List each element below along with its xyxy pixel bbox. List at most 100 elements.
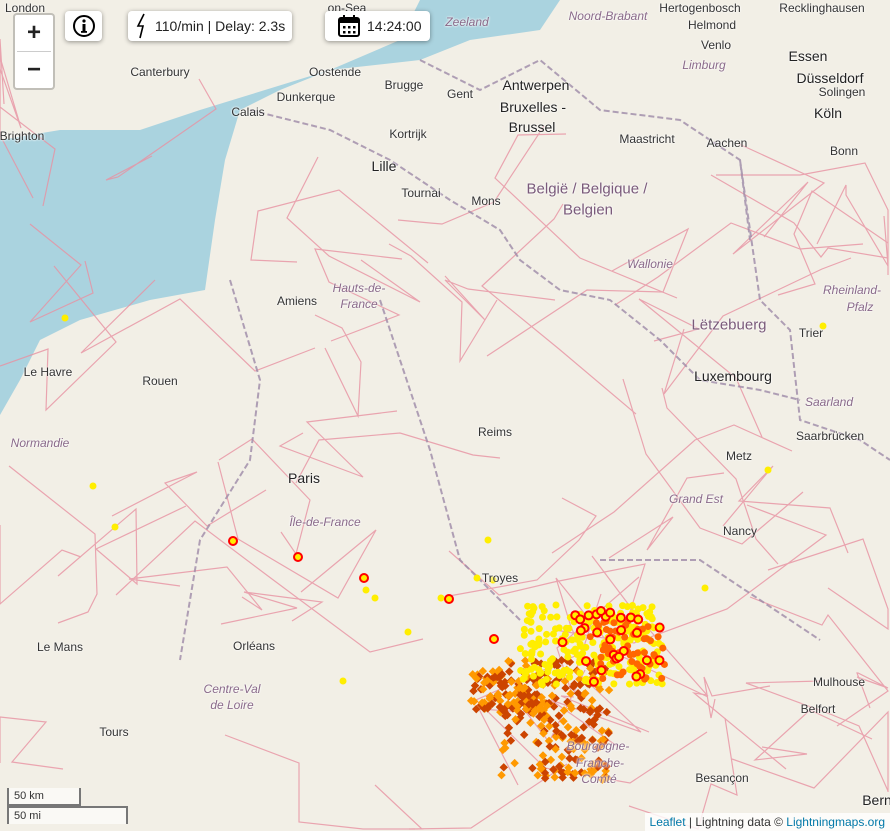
road	[115, 520, 424, 653]
lightning-strike	[563, 722, 573, 732]
zoom-in-button[interactable]: +	[17, 15, 51, 51]
lightning-strike	[630, 650, 638, 658]
info-icon	[72, 15, 95, 37]
time-text: 14:24:00	[367, 18, 422, 34]
place-label: Mulhouse	[812, 675, 866, 689]
lightning-strike	[529, 672, 537, 680]
road	[591, 555, 787, 770]
lightning-strike	[597, 653, 605, 661]
place-label: Recklinghausen	[779, 1, 865, 15]
map-canvas[interactable]	[0, 0, 890, 831]
time-display[interactable]: 14:24:00	[325, 11, 430, 41]
place-label: Le Mans	[36, 640, 84, 654]
place-label: Calais	[231, 105, 265, 119]
place-label: Düsseldorf	[796, 70, 864, 86]
lightning-strike	[654, 622, 665, 633]
place-label: Solingen	[818, 85, 866, 99]
place-label: Brugge	[384, 78, 424, 92]
road	[816, 184, 889, 267]
lightning-strike	[551, 669, 559, 677]
lightning-strike	[563, 666, 571, 674]
road	[608, 472, 725, 559]
rate-display[interactable]: 110/min | Delay: 2.3s	[128, 11, 293, 41]
lightning-strike	[575, 614, 586, 625]
place-label: Oostende	[308, 65, 362, 79]
place-label: Luxembourg	[694, 368, 772, 384]
lightning-strike	[61, 314, 69, 322]
attribution-text: | Lightning data ©	[685, 815, 787, 829]
lightning-strike	[568, 636, 576, 644]
border-be-fr	[249, 109, 801, 401]
lightning-strike	[596, 606, 606, 616]
place-label: Mons	[471, 194, 501, 208]
place-label: Bern	[862, 792, 890, 808]
lightning-strike	[505, 667, 514, 676]
lightning-strike	[527, 627, 535, 635]
place-label: Brighton	[0, 129, 45, 143]
calendar-icon	[338, 15, 360, 37]
lightning-strike	[553, 613, 561, 621]
leaflet-link[interactable]: Leaflet	[650, 815, 686, 829]
road	[622, 378, 804, 545]
info-button[interactable]	[65, 11, 102, 41]
place-label: Rouen	[142, 374, 178, 388]
lightning-strike	[557, 637, 568, 648]
place-label: Aachen	[706, 136, 748, 150]
place-label: Centre-Val	[203, 682, 261, 696]
road	[731, 710, 889, 792]
place-label: Köln	[813, 105, 843, 121]
lightning-strike	[587, 696, 597, 705]
place-label: Dunkerque	[276, 90, 336, 104]
lightning-strike	[641, 655, 652, 666]
lightning-strike	[659, 644, 667, 652]
lightning-strike	[521, 650, 529, 658]
place-label: Saarbrücken	[795, 429, 865, 443]
place-label: Comté	[581, 772, 617, 786]
lightning-strike	[111, 523, 119, 531]
place-label: Pfalz	[846, 300, 874, 314]
place-label: Orléans	[232, 639, 276, 653]
lightning-strike	[537, 650, 545, 658]
lightning-strike	[521, 656, 530, 665]
place-label: Canterbury	[130, 65, 190, 79]
lightning-strike	[528, 655, 536, 663]
place-label: Tours	[99, 725, 129, 739]
scale-mi: 50 mi	[7, 806, 128, 824]
lightning-strike	[293, 552, 303, 562]
lightning-strike	[542, 675, 550, 683]
lightning-strike	[604, 685, 614, 695]
lightning-strike	[228, 536, 238, 546]
place-label: Le Havre	[23, 365, 73, 379]
lightning-strike	[654, 633, 662, 641]
place-label: Saarland	[804, 395, 854, 409]
place-label: Grand Est	[668, 492, 724, 506]
lightning-strike	[529, 603, 537, 611]
lightning-strike	[592, 627, 603, 638]
lightning-strike	[473, 574, 481, 582]
lightning-strike	[628, 658, 636, 666]
lightning-strike	[764, 466, 772, 474]
lightningmaps-link[interactable]: Lightningmaps.org	[786, 815, 885, 829]
lightning-strike	[545, 661, 553, 669]
lightning-strike	[548, 655, 556, 663]
place-label: Belgien	[562, 201, 614, 219]
road	[111, 471, 267, 527]
lightning-strike	[617, 671, 625, 679]
place-label: Belfort	[800, 702, 836, 716]
lightning-strike	[610, 680, 618, 688]
lightning-strike	[577, 642, 585, 650]
place-label: Helmond	[687, 18, 737, 32]
lightning-strike	[527, 618, 535, 626]
place-label: Rheinland-	[822, 283, 882, 297]
lightning-strike	[89, 482, 97, 490]
place-label: Bruxelles -	[499, 99, 567, 115]
lightning-strike	[646, 637, 654, 645]
lightning-strike	[654, 655, 665, 666]
lightning-strike	[523, 667, 531, 675]
zoom-out-button[interactable]: −	[17, 51, 51, 88]
lightning-strike	[565, 754, 574, 763]
road	[57, 505, 187, 586]
place-label: Lille	[371, 158, 397, 174]
lightning-strike	[535, 666, 543, 674]
lightning-strike	[552, 680, 560, 688]
